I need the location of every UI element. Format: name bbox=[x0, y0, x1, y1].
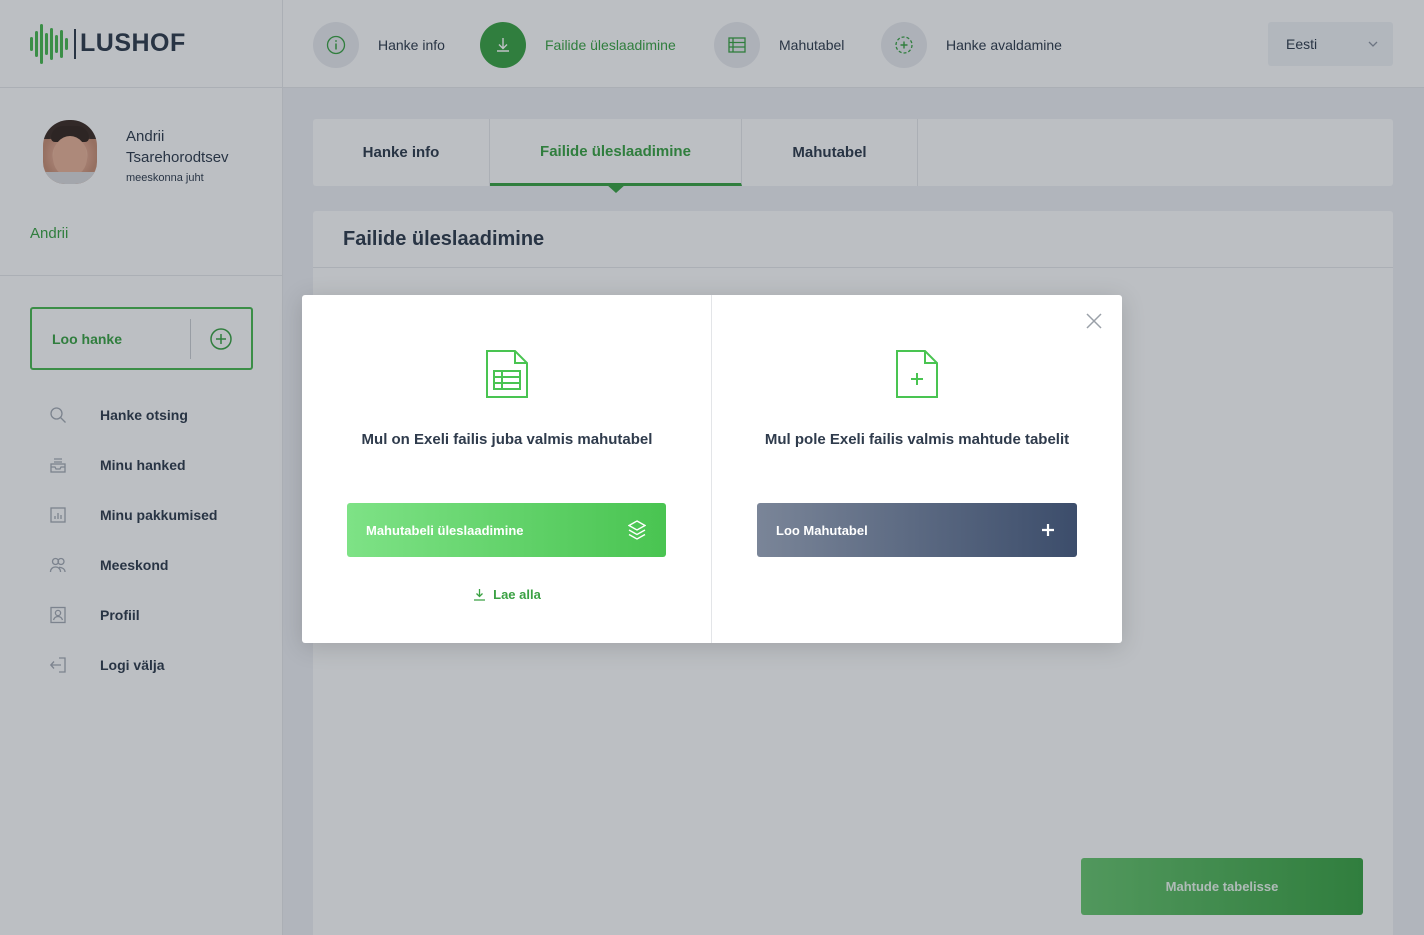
download-link-label: Lae alla bbox=[493, 587, 541, 602]
option-create-text: Mul pole Exeli failis valmis mahtude tab… bbox=[764, 431, 1070, 448]
close-modal-button[interactable] bbox=[1084, 312, 1104, 335]
new-file-icon bbox=[895, 349, 939, 404]
close-icon bbox=[1085, 312, 1103, 335]
upload-button-label: Mahutabeli üleslaadimine bbox=[366, 522, 524, 538]
create-volume-table-button[interactable]: Loo Mahutabel bbox=[757, 503, 1077, 557]
download-icon bbox=[473, 588, 486, 601]
spreadsheet-file-icon bbox=[485, 349, 529, 404]
option-upload-text: Mul on Exeli failis juba valmis mahutabe… bbox=[361, 431, 653, 448]
plus-icon bbox=[1039, 520, 1057, 543]
download-link[interactable]: Lae alla bbox=[302, 587, 712, 602]
layers-icon bbox=[627, 520, 647, 543]
upload-choice-modal: Mul on Exeli failis juba valmis mahutabe… bbox=[302, 295, 1122, 643]
modal-option-create: Mul pole Exeli failis valmis mahtude tab… bbox=[712, 295, 1122, 643]
create-table-button-label: Loo Mahutabel bbox=[776, 522, 868, 538]
upload-volume-table-button[interactable]: Mahutabeli üleslaadimine bbox=[347, 503, 666, 557]
modal-option-upload: Mul on Exeli failis juba valmis mahutabe… bbox=[302, 295, 712, 643]
